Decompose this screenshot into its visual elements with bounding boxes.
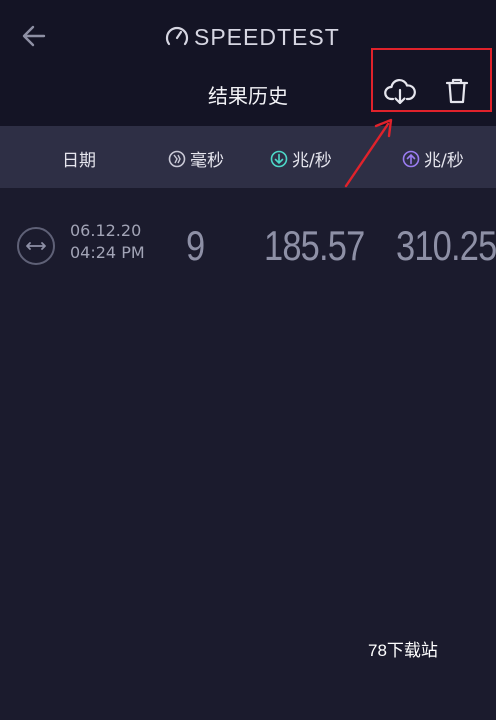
- result-datetime: 06.12.20 04:24 PM: [70, 220, 145, 264]
- result-time: 04:24 PM: [70, 243, 145, 262]
- download-unit-label: 兆/秒: [292, 151, 332, 171]
- back-button[interactable]: [18, 20, 50, 52]
- cloud-download-icon: [384, 79, 416, 105]
- date-column-label: 日期: [62, 151, 96, 171]
- download-icon: [270, 150, 288, 167]
- back-arrow-icon: [22, 25, 46, 47]
- result-date: 06.12.20: [70, 221, 142, 240]
- date-column-header: 日期: [62, 146, 96, 171]
- ping-icon: [168, 150, 186, 167]
- ping-column-header: 毫秒: [168, 146, 224, 171]
- upload-unit-label: 兆/秒: [424, 151, 464, 171]
- connection-type-icon: [17, 227, 55, 265]
- delete-button[interactable]: [440, 74, 474, 108]
- logo-text: SPEEDTEST: [194, 23, 340, 50]
- ping-unit-label: 毫秒: [190, 151, 224, 171]
- watermark: 78下载站: [368, 641, 438, 660]
- upload-value: 310.25: [396, 222, 496, 269]
- annotation-arrow: [344, 118, 393, 188]
- top-bar: SPEEDTEST 结果历史: [0, 0, 496, 126]
- trash-icon: [445, 78, 469, 104]
- table-row[interactable]: 06.12.20 04:24 PM 9 185.57 310.25: [0, 198, 496, 298]
- download-column-header: 兆/秒: [270, 146, 332, 171]
- download-value: 185.57: [264, 222, 365, 269]
- upload-icon: [402, 150, 420, 167]
- speedtest-logo: SPEEDTEST: [164, 22, 340, 52]
- ping-value: 9: [186, 222, 205, 269]
- column-header-row: 日期 毫秒 兆/秒 兆/秒: [0, 126, 496, 188]
- gauge-icon: [165, 26, 189, 46]
- save-button[interactable]: [383, 74, 417, 108]
- upload-column-header: 兆/秒: [402, 146, 464, 171]
